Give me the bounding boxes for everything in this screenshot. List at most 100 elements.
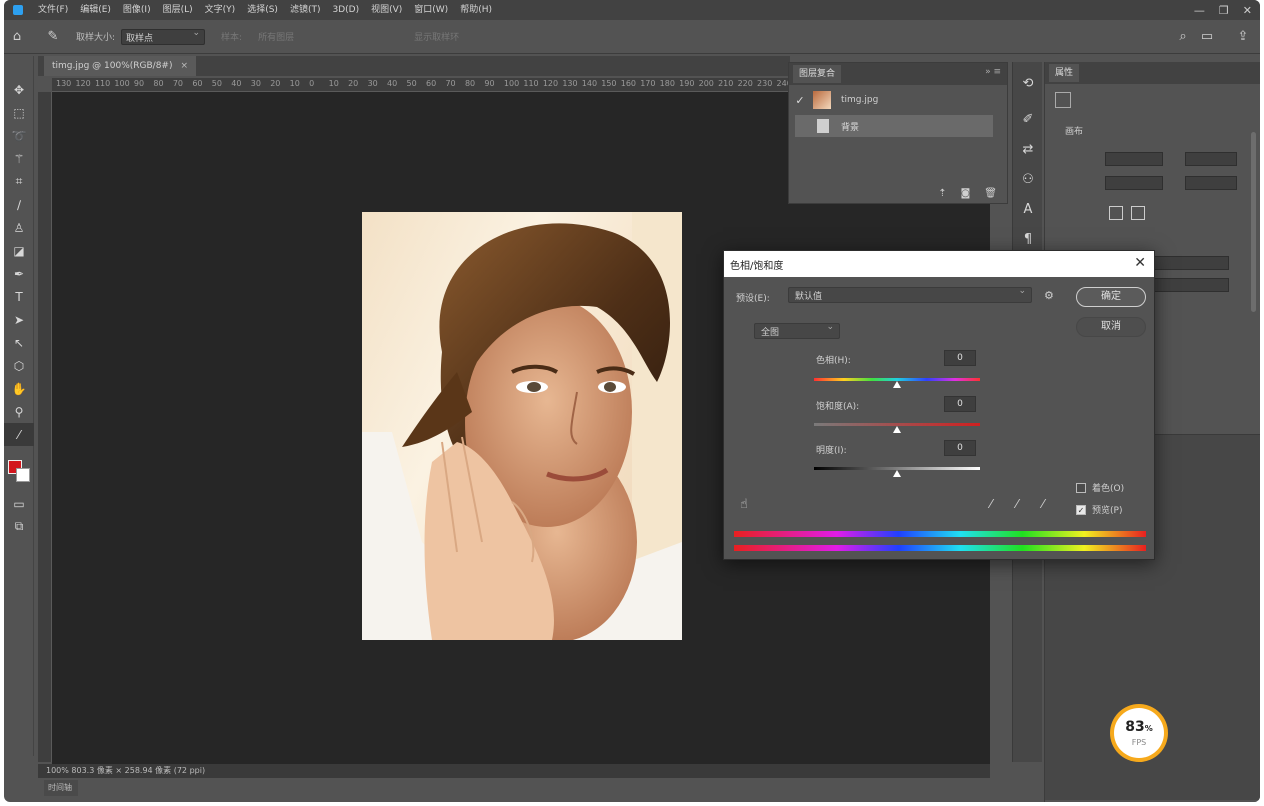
share-icon[interactable]: ⇪ xyxy=(1230,24,1256,50)
menu-type[interactable]: 文字(Y) xyxy=(199,0,242,20)
dialog-close-icon[interactable]: ✕ xyxy=(1134,255,1146,271)
menu-window[interactable]: 窗口(W) xyxy=(408,0,454,20)
eyedropper-tool-icon[interactable]: ✎ xyxy=(40,24,66,50)
hand-tool-icon[interactable]: ✋ xyxy=(4,377,34,400)
minimize-button[interactable]: — xyxy=(1194,4,1205,17)
layer-row[interactable]: ✓ timg.jpg xyxy=(789,85,1007,115)
show-sampling-ring-checkbox[interactable]: 显示取样环 xyxy=(414,30,459,43)
hue-slider-thumb[interactable] xyxy=(893,381,901,388)
properties-scrollbar[interactable] xyxy=(1251,132,1256,312)
ruler-tick-label: 60 xyxy=(426,79,437,88)
menu-3d[interactable]: 3D(D) xyxy=(326,0,365,20)
eraser-tool-icon[interactable]: ◪ xyxy=(4,239,34,262)
menu-edit[interactable]: 编辑(E) xyxy=(74,0,117,20)
options-bar: ⌂ ✎ 取样大小: 取样点 样本: 所有图层 显示取样环 ⌕ ▭ ⇪ xyxy=(4,20,1260,54)
layer-comps-tab[interactable]: 图层复合 xyxy=(793,65,842,83)
document-icon xyxy=(817,119,829,133)
layer-comps-panel: 图层复合 » ≡ ✓ timg.jpg 背景 ⇡ ◙ 🗑 xyxy=(788,62,1008,204)
menu-view[interactable]: 视图(V) xyxy=(365,0,408,20)
ruler-tick-label: 70 xyxy=(445,79,456,88)
visibility-check-icon[interactable]: ✓ xyxy=(789,94,811,107)
document-tab[interactable]: timg.jpg @ 100%(RGB/8#) × xyxy=(44,56,197,76)
apply-comp-icon[interactable]: ⇡ xyxy=(938,188,946,199)
history-icon[interactable]: ⟲ xyxy=(1013,68,1043,98)
screen-mode-icon[interactable]: ⧉ xyxy=(4,515,34,538)
menu-filter[interactable]: 滤镜(T) xyxy=(284,0,327,20)
libraries-icon[interactable]: ⚇ xyxy=(1013,164,1043,194)
sample-label: 样本: xyxy=(221,33,243,43)
ruler-tick-label: 80 xyxy=(464,79,476,88)
hue-value-field[interactable]: 0 xyxy=(944,350,976,366)
lightness-value-field[interactable]: 0 xyxy=(944,440,976,456)
saturation-value-field[interactable]: 0 xyxy=(944,396,976,412)
home-icon[interactable]: ⌂ xyxy=(4,24,30,50)
menu-select[interactable]: 选择(S) xyxy=(241,0,284,20)
ruler-tick-label: 40 xyxy=(387,79,398,88)
path-selection-tool-icon[interactable]: ➤ xyxy=(4,308,34,331)
cancel-button[interactable]: 取消 xyxy=(1076,317,1146,337)
add-to-sample-eyedropper-icon[interactable]: ⁄ xyxy=(1016,497,1018,511)
landscape-orientation-icon[interactable] xyxy=(1131,206,1145,220)
layer-sub-item[interactable]: 背景 xyxy=(795,115,993,137)
crop-tool-icon[interactable]: ⌗ xyxy=(4,170,34,193)
eyedropper-tool-icon[interactable]: ⁄ xyxy=(4,423,34,446)
adjustments-icon[interactable]: ⇄ xyxy=(1013,134,1043,164)
preset-options-gear-icon[interactable]: ⚙ xyxy=(1044,289,1054,302)
zoom-tool-icon[interactable]: ⚲ xyxy=(4,400,34,423)
panel-menu-icon[interactable]: » ≡ xyxy=(985,67,1001,77)
colorize-checkbox[interactable] xyxy=(1076,483,1086,493)
width-field[interactable] xyxy=(1105,152,1163,166)
preset-select[interactable]: 默认值 xyxy=(788,286,1032,303)
move-tool-icon[interactable]: ✥ xyxy=(4,78,34,101)
marquee-tool-icon[interactable]: ⬚ xyxy=(4,101,34,124)
camera-icon[interactable]: ◙ xyxy=(961,188,971,199)
maximize-button[interactable]: ❐ xyxy=(1219,4,1229,17)
properties-tab[interactable]: 属性 xyxy=(1049,64,1080,82)
document-tab-bar: timg.jpg @ 100%(RGB/8#) × xyxy=(38,56,790,76)
brush-tool-icon[interactable]: ∕ xyxy=(4,193,34,216)
ok-button[interactable]: 确定 xyxy=(1076,287,1146,307)
document-image[interactable] xyxy=(362,212,682,640)
pen-tool-icon[interactable]: ✒ xyxy=(4,262,34,285)
brush-settings-icon[interactable]: ✐ xyxy=(1013,104,1043,134)
saturation-slider-thumb[interactable] xyxy=(893,426,901,433)
ruler-tick-label: 100 xyxy=(503,79,520,88)
shape-tool-icon[interactable]: ⬡ xyxy=(4,354,34,377)
close-button[interactable]: ✕ xyxy=(1243,4,1252,17)
ruler-tick-label: 30 xyxy=(367,79,378,88)
x-field[interactable] xyxy=(1185,152,1237,166)
subtract-from-sample-eyedropper-icon[interactable]: ⁄ xyxy=(1042,497,1044,511)
target-adjust-hand-icon[interactable]: ☝ xyxy=(740,497,748,512)
dialog-title: 色相/饱和度 xyxy=(730,261,784,272)
workspace-icon[interactable]: ▭ xyxy=(1194,24,1220,50)
menu-image[interactable]: 图像(I) xyxy=(117,0,157,20)
dialog-titlebar[interactable]: 色相/饱和度 ✕ xyxy=(724,251,1154,277)
layer-sub-item-label: 背景 xyxy=(841,122,860,133)
menu-file[interactable]: 文件(F) xyxy=(32,0,74,20)
eyedropper-icon[interactable]: ⁄ xyxy=(990,497,992,511)
menu-help[interactable]: 帮助(H) xyxy=(454,0,498,20)
character-icon[interactable]: A xyxy=(1013,194,1043,224)
background-color-swatch[interactable] xyxy=(16,468,30,482)
trash-icon[interactable]: 🗑 xyxy=(984,188,997,199)
type-tool-icon[interactable]: T xyxy=(4,285,34,308)
height-field[interactable] xyxy=(1105,176,1163,190)
lasso-tool-icon[interactable]: ➰ xyxy=(4,124,34,147)
stamp-tool-icon[interactable]: ♙ xyxy=(4,216,34,239)
channel-select[interactable]: 全图 xyxy=(754,322,840,339)
direct-selection-tool-icon[interactable]: ↖ xyxy=(4,331,34,354)
photoshop-window: 文件(F) 编辑(E) 图像(I) 图层(L) 文字(Y) 选择(S) 滤镜(T… xyxy=(4,0,1260,802)
ruler-tick-label: 200 xyxy=(698,79,714,88)
quick-mask-icon[interactable]: ▭ xyxy=(4,492,34,515)
sample-select[interactable]: 所有图层 xyxy=(258,30,294,43)
search-icon[interactable]: ⌕ xyxy=(1170,24,1196,50)
portrait-orientation-icon[interactable] xyxy=(1109,206,1123,220)
menu-layer[interactable]: 图层(L) xyxy=(157,0,199,20)
sample-size-select[interactable]: 取样点 xyxy=(121,28,206,45)
lightness-slider-thumb[interactable] xyxy=(893,470,901,477)
y-field[interactable] xyxy=(1185,176,1237,190)
timeline-tab[interactable]: 时间轴 xyxy=(44,780,78,796)
preview-checkbox[interactable]: ✓ xyxy=(1076,505,1086,515)
close-tab-icon[interactable]: × xyxy=(180,61,188,71)
magic-wand-tool-icon[interactable]: ⚚ xyxy=(4,147,34,170)
